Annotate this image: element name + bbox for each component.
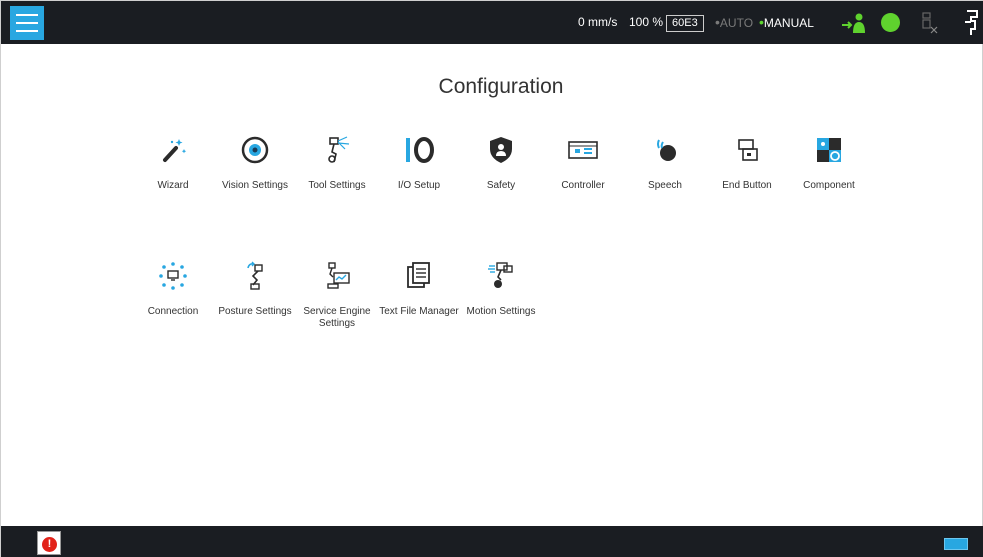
config-item-component[interactable]: Component (786, 134, 872, 192)
speed-percent[interactable]: 100 % (629, 1, 663, 44)
menu-line-icon (16, 14, 38, 16)
config-item-label: Component (803, 180, 855, 191)
manual-label: MANUAL (763, 16, 814, 30)
config-item-label: Vision Settings (222, 180, 288, 191)
service-engine-icon (327, 262, 350, 289)
config-item-safety[interactable]: Safety (458, 134, 544, 192)
config-item-label: Posture Settings (218, 306, 292, 317)
config-item-label: Service Engine Settings (303, 306, 371, 329)
safety-shield-icon (490, 137, 512, 163)
config-item-vision-settings[interactable]: Vision Settings (212, 134, 298, 192)
io-setup-icon (406, 137, 434, 163)
menu-line-icon (16, 22, 38, 24)
config-item-label: Wizard (157, 180, 189, 191)
end-button-icon (738, 139, 758, 161)
config-item-end-button[interactable]: End Button (704, 134, 790, 192)
config-item-posture-settings[interactable]: Posture Settings (212, 260, 298, 318)
model-badge: 60E3 (666, 15, 704, 32)
config-item-controller[interactable]: Controller (540, 134, 626, 192)
robot-arm-icon[interactable] (961, 9, 981, 37)
config-item-label: End Button (722, 180, 772, 191)
robot-status-icon[interactable] (881, 13, 900, 32)
wizard-wand-icon (163, 139, 187, 162)
config-item-label: Controller (561, 180, 605, 191)
vision-eye-icon (241, 136, 269, 164)
error-log-button[interactable]: ! (37, 531, 61, 555)
config-item-wizard[interactable]: Wizard (130, 134, 216, 192)
top-bar: 0 mm/s 100 % 60E3 •AUTO •MANUAL (1, 1, 983, 44)
speech-icon (657, 139, 676, 161)
config-item-label: I/O Setup (397, 180, 441, 191)
config-item-text-file-manager[interactable]: Text File Manager (376, 260, 462, 318)
auto-mode-indicator[interactable]: •AUTO (715, 1, 753, 44)
config-item-motion-settings[interactable]: Motion Settings (458, 260, 544, 318)
error-alert-icon: ! (42, 537, 57, 552)
config-item-tool-settings[interactable]: Tool Settings (294, 134, 380, 192)
connection-icon (159, 262, 187, 290)
config-item-speech[interactable]: Speech (622, 134, 708, 192)
auto-label: AUTO (719, 16, 754, 30)
user-login-icon[interactable] (841, 12, 867, 34)
config-item-label: Connection (147, 306, 199, 317)
manual-mode-indicator[interactable]: •MANUAL (759, 1, 814, 44)
app-window: 0 mm/s 100 % 60E3 •AUTO •MANUAL Configur… (0, 0, 983, 557)
config-item-label: Tool Settings (308, 180, 366, 191)
config-item-service-engine-settings[interactable]: Service Engine Settings (294, 260, 380, 330)
text-file-icon (407, 262, 430, 288)
controller-icon (568, 141, 598, 159)
tool-settings-icon (328, 136, 350, 163)
component-icon (817, 138, 841, 162)
posture-settings-icon (247, 261, 263, 290)
menu-line-icon (16, 30, 38, 32)
config-item-label: Speech (648, 180, 682, 191)
speed-readout: 0 mm/s (578, 15, 618, 29)
config-item-label: Motion Settings (466, 306, 536, 317)
config-item-label: Safety (486, 180, 516, 191)
config-item-io-setup[interactable]: I/O Setup (376, 134, 462, 192)
config-item-connection[interactable]: Connection (130, 260, 216, 318)
page-title: Configuration (438, 75, 564, 98)
motion-settings-icon (488, 262, 513, 288)
bottom-bar (1, 526, 983, 557)
hamburger-menu-button[interactable] (10, 6, 44, 40)
keyboard-icon[interactable] (944, 538, 968, 550)
config-item-label: Text File Manager (379, 306, 459, 317)
end-module-disabled-icon[interactable] (921, 11, 939, 35)
